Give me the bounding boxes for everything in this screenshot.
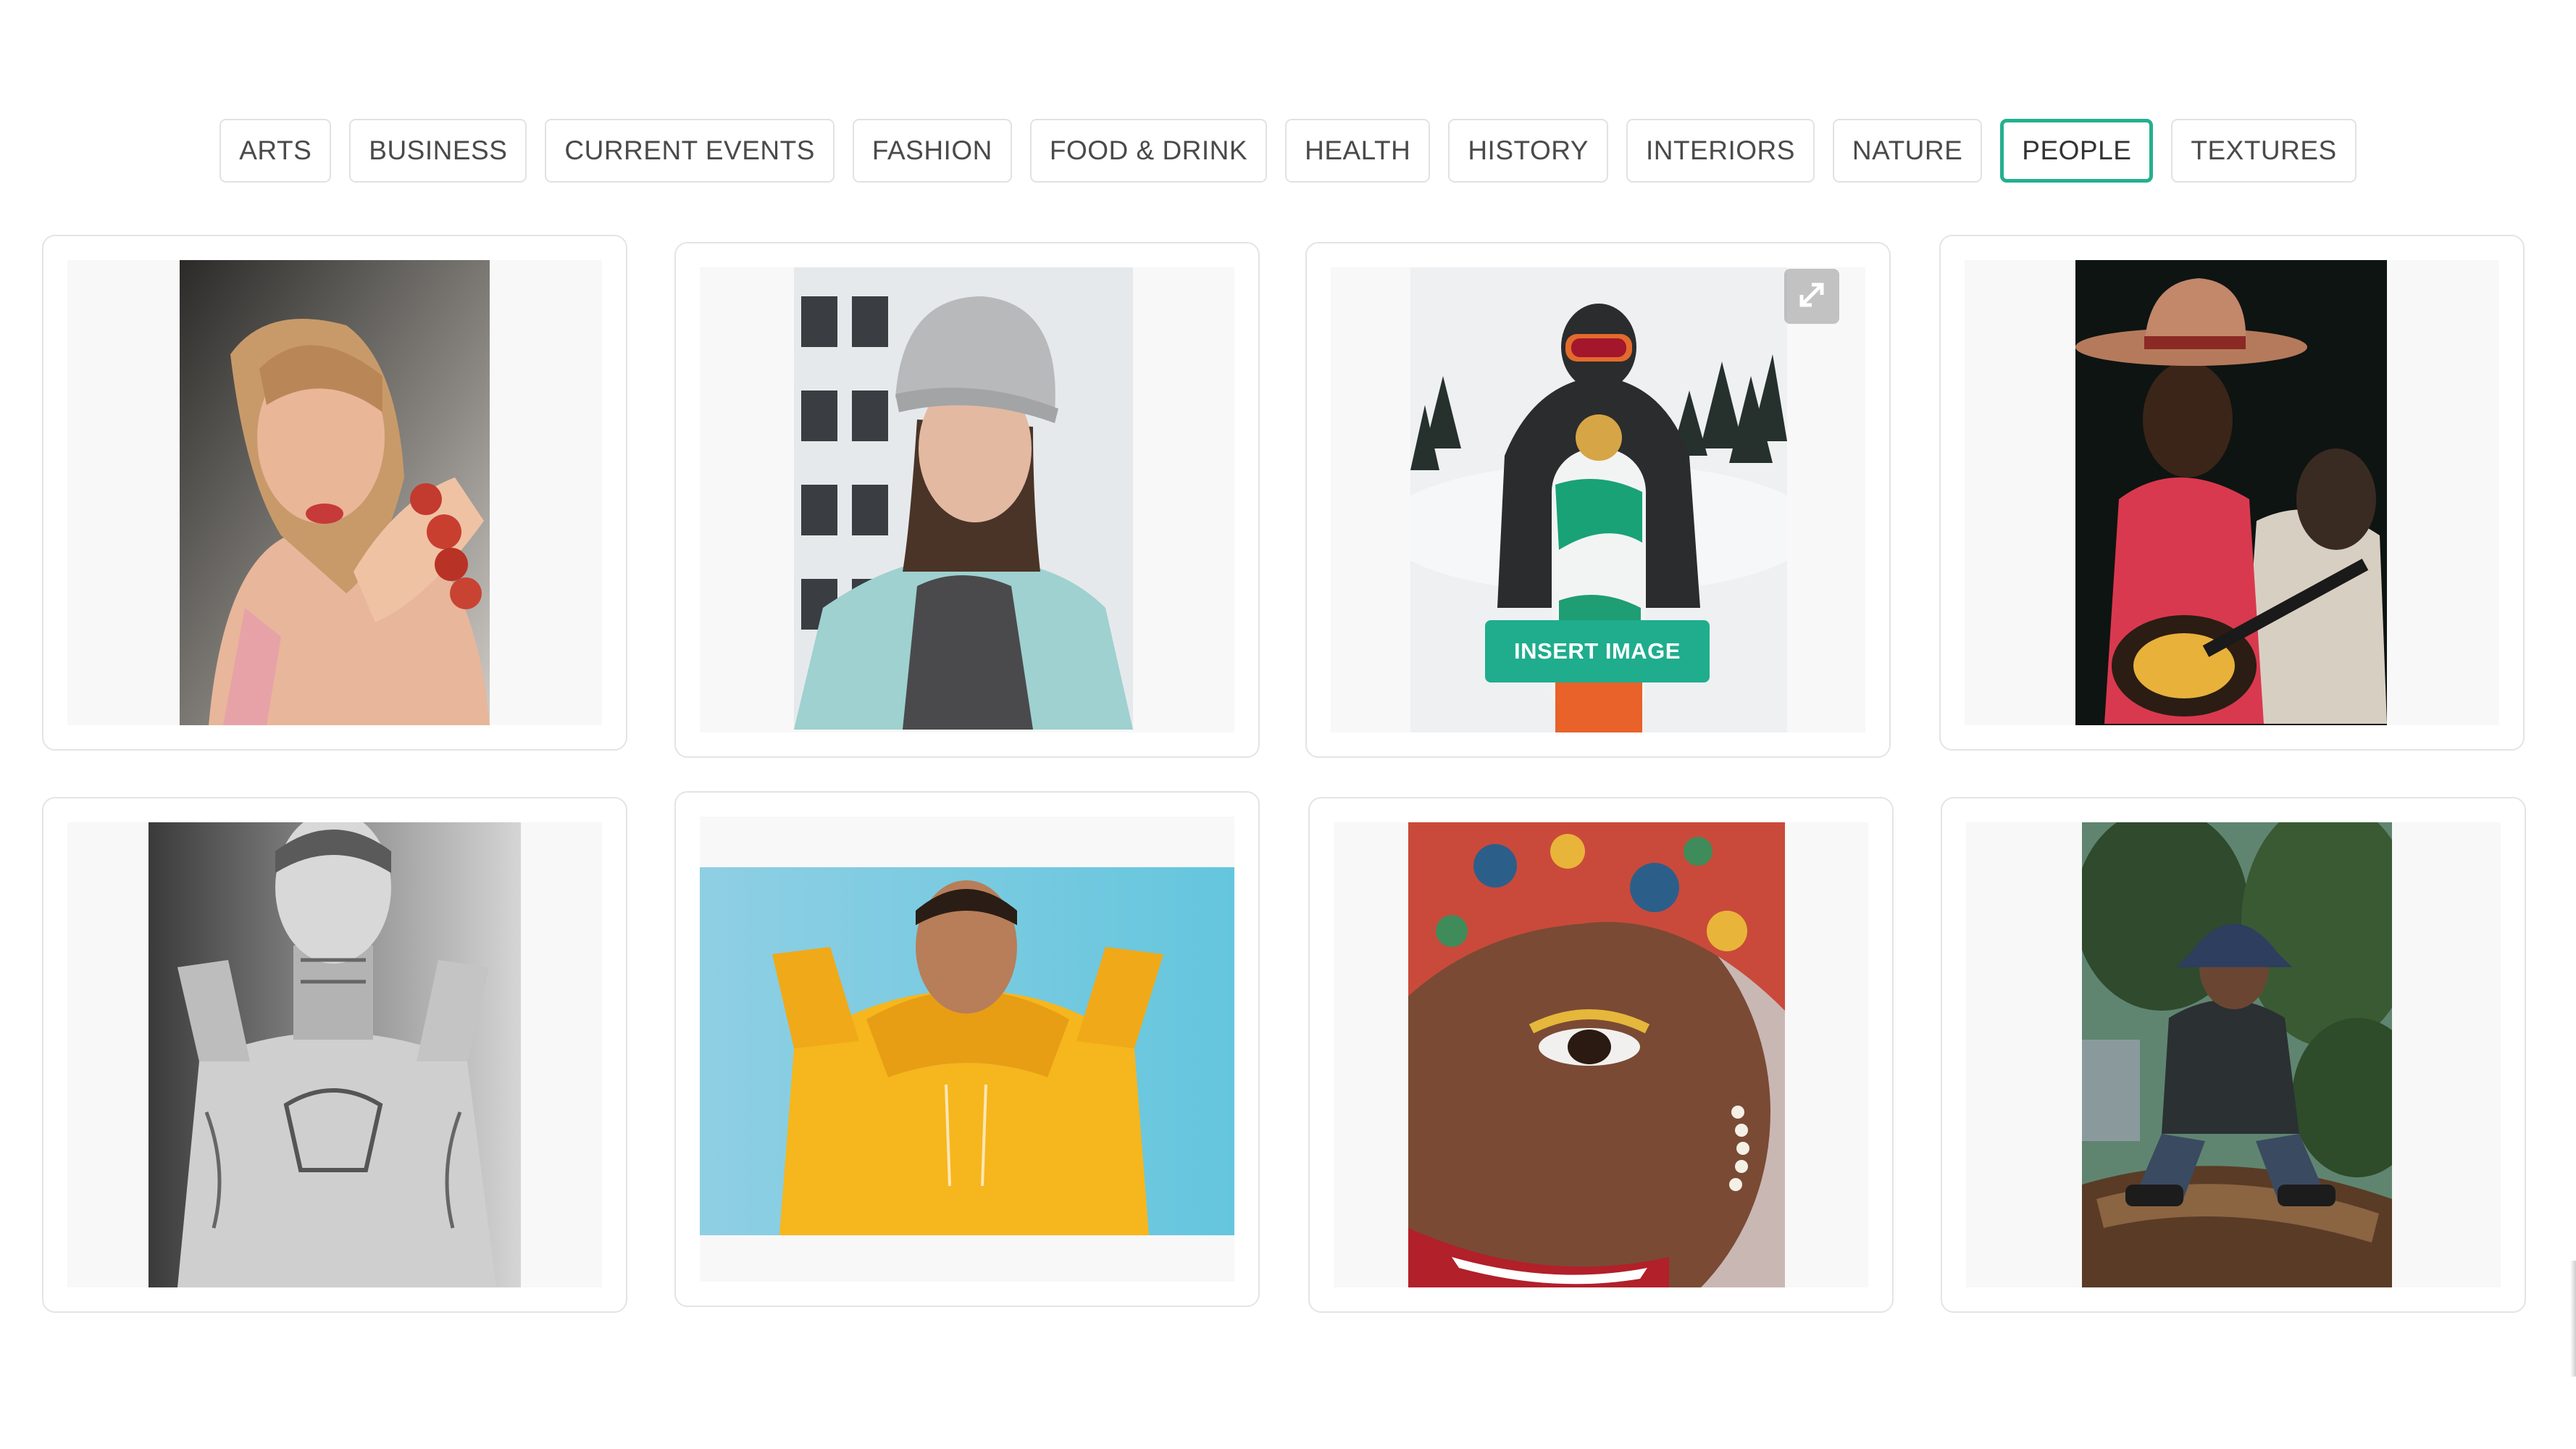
image-card[interactable] <box>674 242 1260 758</box>
category-chip-business[interactable]: BUSINESS <box>349 119 527 183</box>
photo-thumbnail[interactable] <box>700 867 1234 1235</box>
category-chip-interiors[interactable]: INTERIORS <box>1626 119 1815 183</box>
category-chip-people[interactable]: PEOPLE <box>2000 119 2154 183</box>
category-chip-health[interactable]: HEALTH <box>1285 119 1431 183</box>
category-chip-arts[interactable]: ARTS <box>219 119 332 183</box>
image-frame <box>700 817 1234 1282</box>
insert-image-button[interactable]: INSERT IMAGE <box>1485 620 1710 682</box>
photo-thumbnail[interactable] <box>2082 822 2392 1287</box>
category-chip-current-events[interactable]: CURRENT EVENTS <box>545 119 835 183</box>
category-filter-bar: ARTS BUSINESS CURRENT EVENTS FASHION FOO… <box>0 119 2576 183</box>
photo-thumbnail[interactable] <box>794 267 1133 730</box>
category-chip-food-drink[interactable]: FOOD & DRINK <box>1029 119 1268 183</box>
image-frame <box>1965 260 2499 725</box>
image-card[interactable] <box>674 791 1260 1307</box>
image-frame <box>67 260 602 725</box>
expand-button[interactable] <box>1784 269 1839 324</box>
image-card[interactable] <box>1308 797 1894 1313</box>
expand-icon <box>1796 279 1828 314</box>
image-card[interactable] <box>1941 797 2526 1313</box>
image-frame <box>67 822 602 1287</box>
image-card[interactable] <box>42 797 627 1313</box>
image-library-page: ARTS BUSINESS CURRENT EVENTS FASHION FOO… <box>0 0 2576 1449</box>
image-card[interactable] <box>42 235 627 751</box>
photo-thumbnail[interactable] <box>180 260 490 725</box>
category-chip-nature[interactable]: NATURE <box>1832 119 1983 183</box>
image-frame <box>1334 822 1868 1287</box>
scrollbar-edge <box>2570 1261 2576 1377</box>
photo-thumbnail[interactable] <box>149 822 521 1287</box>
category-chip-textures[interactable]: TEXTURES <box>2171 119 2357 183</box>
category-chip-fashion[interactable]: FASHION <box>852 119 1012 183</box>
image-frame: INSERT IMAGE <box>1331 267 1865 732</box>
photo-thumbnail[interactable] <box>1408 822 1785 1287</box>
category-chip-history[interactable]: HISTORY <box>1448 119 1608 183</box>
photo-thumbnail[interactable] <box>2075 260 2387 725</box>
image-frame <box>700 267 1234 732</box>
image-card[interactable]: INSERT IMAGE <box>1305 242 1891 758</box>
image-frame <box>1966 822 2501 1287</box>
image-card[interactable] <box>1939 235 2525 751</box>
